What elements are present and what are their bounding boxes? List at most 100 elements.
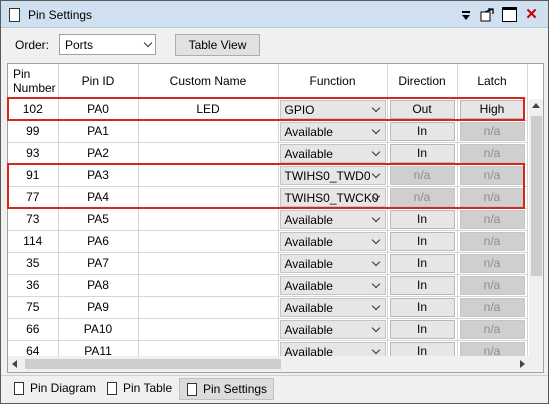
cell-custom-name[interactable]	[138, 186, 279, 209]
toolbar: Order: Ports Table View	[1, 29, 548, 61]
cell-pin-number: 99	[8, 120, 59, 143]
table-row[interactable]: 91 PA3 TWIHS0_TWD0 n/a n/a	[8, 164, 528, 187]
table-view-button[interactable]: Table View	[175, 34, 260, 56]
direction-button[interactable]: In	[389, 209, 455, 229]
cell-latch: n/a	[457, 230, 528, 253]
header-latch[interactable]: Latch	[457, 64, 528, 99]
latch-button[interactable]: High	[459, 99, 525, 119]
order-select[interactable]: Ports	[59, 34, 156, 55]
table-row[interactable]: 73 PA5 Available In n/a	[8, 208, 528, 231]
vertical-scroll-thumb[interactable]	[531, 116, 542, 276]
horizontal-scrollbar[interactable]	[8, 356, 529, 372]
tab-label: Pin Diagram	[30, 381, 97, 395]
close-icon[interactable]: ✕	[524, 7, 539, 22]
cell-custom-name[interactable]	[138, 318, 279, 341]
direction-button[interactable]: In	[389, 253, 455, 273]
function-select[interactable]: Available	[279, 231, 386, 251]
document-icon	[107, 382, 117, 395]
chevron-down-icon	[371, 301, 380, 310]
table-row[interactable]: 99 PA1 Available In n/a	[8, 120, 528, 143]
cell-function: Available	[278, 230, 388, 253]
table-row[interactable]: 114 PA6 Available In n/a	[8, 230, 528, 253]
direction-button[interactable]: In	[389, 121, 455, 141]
function-select-value: Available	[284, 234, 333, 249]
header-direction[interactable]: Direction	[387, 64, 458, 99]
function-select[interactable]: TWIHS0_TWD0	[279, 165, 386, 185]
chevron-down-icon	[371, 235, 380, 244]
cell-pin-number: 73	[8, 208, 59, 231]
cell-latch: n/a	[457, 164, 528, 187]
latch-button: n/a	[459, 187, 525, 207]
table-row[interactable]: 75 PA9 Available In n/a	[8, 296, 528, 319]
cell-function: Available	[278, 120, 388, 143]
direction-button[interactable]: Out	[389, 99, 455, 119]
function-select[interactable]: Available	[279, 275, 386, 295]
chevron-down-icon	[371, 147, 380, 156]
cell-custom-name[interactable]	[138, 230, 279, 253]
table-row[interactable]: 102 PA0 LED GPIO Out High	[8, 98, 528, 121]
cell-direction: In	[387, 252, 458, 275]
table-row[interactable]: 35 PA7 Available In n/a	[8, 252, 528, 275]
chevron-down-icon	[371, 125, 380, 134]
document-icon	[14, 382, 24, 395]
header-custom-name[interactable]: Custom Name	[138, 64, 279, 99]
function-select[interactable]: Available	[279, 253, 386, 273]
latch-button: n/a	[459, 297, 525, 317]
table-row[interactable]: 66 PA10 Available In n/a	[8, 318, 528, 341]
latch-button: n/a	[459, 121, 525, 141]
table-row[interactable]: 93 PA2 Available In n/a	[8, 142, 528, 165]
table-row[interactable]: 36 PA8 Available In n/a	[8, 274, 528, 297]
scroll-right-icon[interactable]	[520, 360, 525, 368]
maximize-icon[interactable]	[502, 7, 517, 22]
tab-pin-diagram[interactable]: Pin Diagram	[7, 378, 102, 400]
cell-latch: n/a	[457, 120, 528, 143]
vertical-scrollbar[interactable]	[529, 99, 543, 356]
function-select[interactable]: Available	[279, 297, 386, 317]
function-select-value: Available	[284, 322, 333, 337]
direction-button[interactable]: In	[389, 297, 455, 317]
cell-latch: n/a	[457, 186, 528, 209]
direction-button[interactable]: In	[389, 319, 455, 339]
document-icon	[9, 8, 20, 22]
cell-pin-id: PA9	[58, 296, 139, 319]
tab-pin-settings[interactable]: Pin Settings	[179, 378, 275, 400]
restore-icon[interactable]	[480, 7, 495, 22]
cell-custom-name[interactable]	[138, 274, 279, 297]
chevron-down-icon	[143, 38, 153, 48]
direction-button[interactable]: In	[389, 231, 455, 251]
header-pin-id[interactable]: Pin ID	[58, 64, 139, 99]
scroll-left-icon[interactable]	[12, 360, 17, 368]
function-select[interactable]: Available	[279, 319, 386, 339]
function-select[interactable]: TWIHS0_TWCK0	[279, 187, 386, 207]
cell-custom-name[interactable]	[138, 142, 279, 165]
cell-pin-id: PA4	[58, 186, 139, 209]
cell-custom-name[interactable]	[138, 296, 279, 319]
cell-pin-id: PA5	[58, 208, 139, 231]
cell-custom-name[interactable]	[138, 252, 279, 275]
function-select[interactable]: GPIO	[279, 99, 386, 119]
cell-custom-name[interactable]	[138, 164, 279, 187]
latch-button: n/a	[459, 275, 525, 295]
function-select[interactable]: Available	[279, 209, 386, 229]
header-function[interactable]: Function	[278, 64, 388, 99]
latch-button: n/a	[459, 253, 525, 273]
cell-custom-name[interactable]	[138, 120, 279, 143]
cell-latch: n/a	[457, 252, 528, 275]
window-menu-icon[interactable]	[459, 7, 474, 22]
function-select-value: Available	[284, 256, 333, 271]
chevron-down-icon	[371, 323, 380, 332]
direction-button[interactable]: In	[389, 143, 455, 163]
cell-custom-name[interactable]: LED	[138, 98, 279, 121]
tab-pin-table[interactable]: Pin Table	[100, 378, 178, 400]
function-select[interactable]: Available	[279, 121, 386, 141]
cell-direction: In	[387, 296, 458, 319]
direction-button[interactable]: In	[389, 275, 455, 295]
cell-custom-name[interactable]	[138, 208, 279, 231]
tab-label: Pin Table	[123, 381, 173, 395]
horizontal-scroll-thumb[interactable]	[25, 359, 281, 369]
scroll-up-icon[interactable]	[532, 103, 540, 108]
header-pin-number[interactable]: Pin Number	[8, 64, 59, 99]
table-row[interactable]: 77 PA4 TWIHS0_TWCK0 n/a n/a	[8, 186, 528, 209]
cell-pin-id: PA7	[58, 252, 139, 275]
function-select[interactable]: Available	[279, 143, 386, 163]
